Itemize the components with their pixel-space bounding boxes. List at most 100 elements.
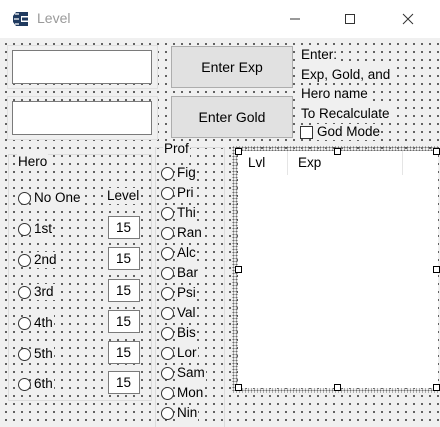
title-bar: Level [0,0,440,38]
window-title: Level [37,10,71,26]
enter-exp-button[interactable]: Enter Exp [171,46,293,88]
minimize-icon [290,18,300,20]
hero-option-label: 2nd [34,252,58,268]
hero-option-label: 4th [34,315,54,331]
hero-option[interactable]: 3rd [18,284,55,300]
radio-button[interactable] [18,377,31,391]
instructions-line: To Recalculate [300,105,391,121]
prof-option-label: Alc [177,245,197,261]
prof-option[interactable]: Sam [161,365,206,381]
close-button[interactable] [379,0,437,38]
radio-button[interactable] [161,326,174,340]
prof-option[interactable]: Alc [161,245,197,261]
radio-button[interactable] [161,246,174,260]
prof-option-label: Val [177,305,197,321]
hero-level-input[interactable]: 15 [108,371,140,394]
prof-option[interactable]: Pri [161,185,195,201]
minimize-button[interactable] [266,0,324,38]
hero-option-label: No One [34,190,82,206]
prof-option-label: Bar [177,265,200,281]
prof-option[interactable]: Bis [161,325,197,341]
radio-button[interactable] [161,186,174,200]
hero-option[interactable]: 5th [18,346,54,362]
resize-handle[interactable] [433,384,440,391]
enter-gold-button[interactable]: Enter Gold [171,96,293,138]
hero-level-input[interactable]: 15 [108,216,140,239]
gold-input[interactable] [12,101,152,135]
hero-level-input[interactable]: 15 [108,279,140,302]
level-exp-listview[interactable]: Lvl Exp [238,151,438,388]
resize-handle[interactable] [235,266,242,273]
prof-option-label: Psi [177,285,197,301]
prof-option-label: Nin [177,405,199,421]
radio-button[interactable] [18,347,31,361]
resize-handle[interactable] [433,266,440,273]
hero-option[interactable]: No One [18,190,82,206]
radio-button[interactable] [18,316,31,330]
hero-option[interactable]: 4th [18,315,54,331]
column-header-lvl[interactable]: Lvl [238,151,288,175]
resize-handle[interactable] [235,384,242,391]
prof-option-label: Pri [177,185,195,201]
hero-option-label: 5th [34,346,54,362]
radio-button[interactable] [161,346,174,360]
prof-option-label: Lor [177,345,198,361]
prof-option[interactable]: Psi [161,285,197,301]
exp-input[interactable] [12,50,152,84]
prof-option[interactable]: Val [161,305,197,321]
resize-handle[interactable] [433,148,440,155]
radio-button[interactable] [161,306,174,320]
radio-button[interactable] [18,191,31,205]
prof-option[interactable]: Mon [161,385,205,401]
radio-button[interactable] [161,206,174,220]
hero-level-input[interactable]: 15 [108,310,140,333]
hero-option[interactable]: 2nd [18,252,58,268]
hero-option[interactable]: 1st [18,221,54,237]
radio-button[interactable] [161,286,174,300]
prof-group-label: Prof [163,141,190,157]
prof-option-label: Mon [177,385,205,401]
instructions-line: Exp, Gold, and [300,66,392,82]
radio-button[interactable] [18,285,31,299]
god-mode-label: God Mode [317,124,382,140]
radio-button[interactable] [161,386,174,400]
prof-option[interactable]: Fig [161,165,197,181]
radio-button[interactable] [161,406,174,420]
radio-button[interactable] [18,222,31,236]
prof-option-label: Sam [177,365,206,381]
maximize-icon [345,14,355,24]
instructions-line: Hero name [300,86,369,101]
level-column-label: Level [106,188,141,204]
radio-button[interactable] [161,366,174,380]
instructions-line: Enter: [300,47,339,62]
hero-level-input[interactable]: 15 [108,341,140,364]
prof-option-label: Fig [177,165,197,181]
hero-option[interactable]: 6th [18,376,54,392]
resize-handle[interactable] [334,384,341,391]
close-icon [402,13,414,25]
resize-handle[interactable] [334,148,341,155]
radio-button[interactable] [161,166,174,180]
prof-option[interactable]: Nin [161,405,199,421]
radio-button[interactable] [18,253,31,267]
prof-option[interactable]: Bar [161,265,200,281]
prof-option-label: Thi [177,205,197,221]
instructions-text: Enter: Exp, Gold, and Hero name To Recal… [300,47,410,125]
prof-option[interactable]: Lor [161,345,198,361]
prof-option[interactable]: Thi [161,205,197,221]
prof-option-label: Ran [177,225,203,241]
radio-button[interactable] [161,226,174,240]
hero-group-label: Hero [17,154,49,170]
maximize-button[interactable] [321,0,379,38]
resize-handle[interactable] [235,148,242,155]
radio-button[interactable] [161,266,174,280]
hero-option-label: 6th [34,376,54,392]
hero-level-input[interactable]: 15 [108,247,140,270]
god-mode-checkbox[interactable]: God Mode [300,124,382,140]
prof-option[interactable]: Ran [161,225,203,241]
app-icon [13,12,28,26]
hero-option-label: 1st [34,221,54,237]
prof-option-label: Bis [177,325,197,341]
column-header-exp[interactable]: Exp [288,151,403,175]
god-mode-checkbox-box[interactable] [300,125,313,139]
